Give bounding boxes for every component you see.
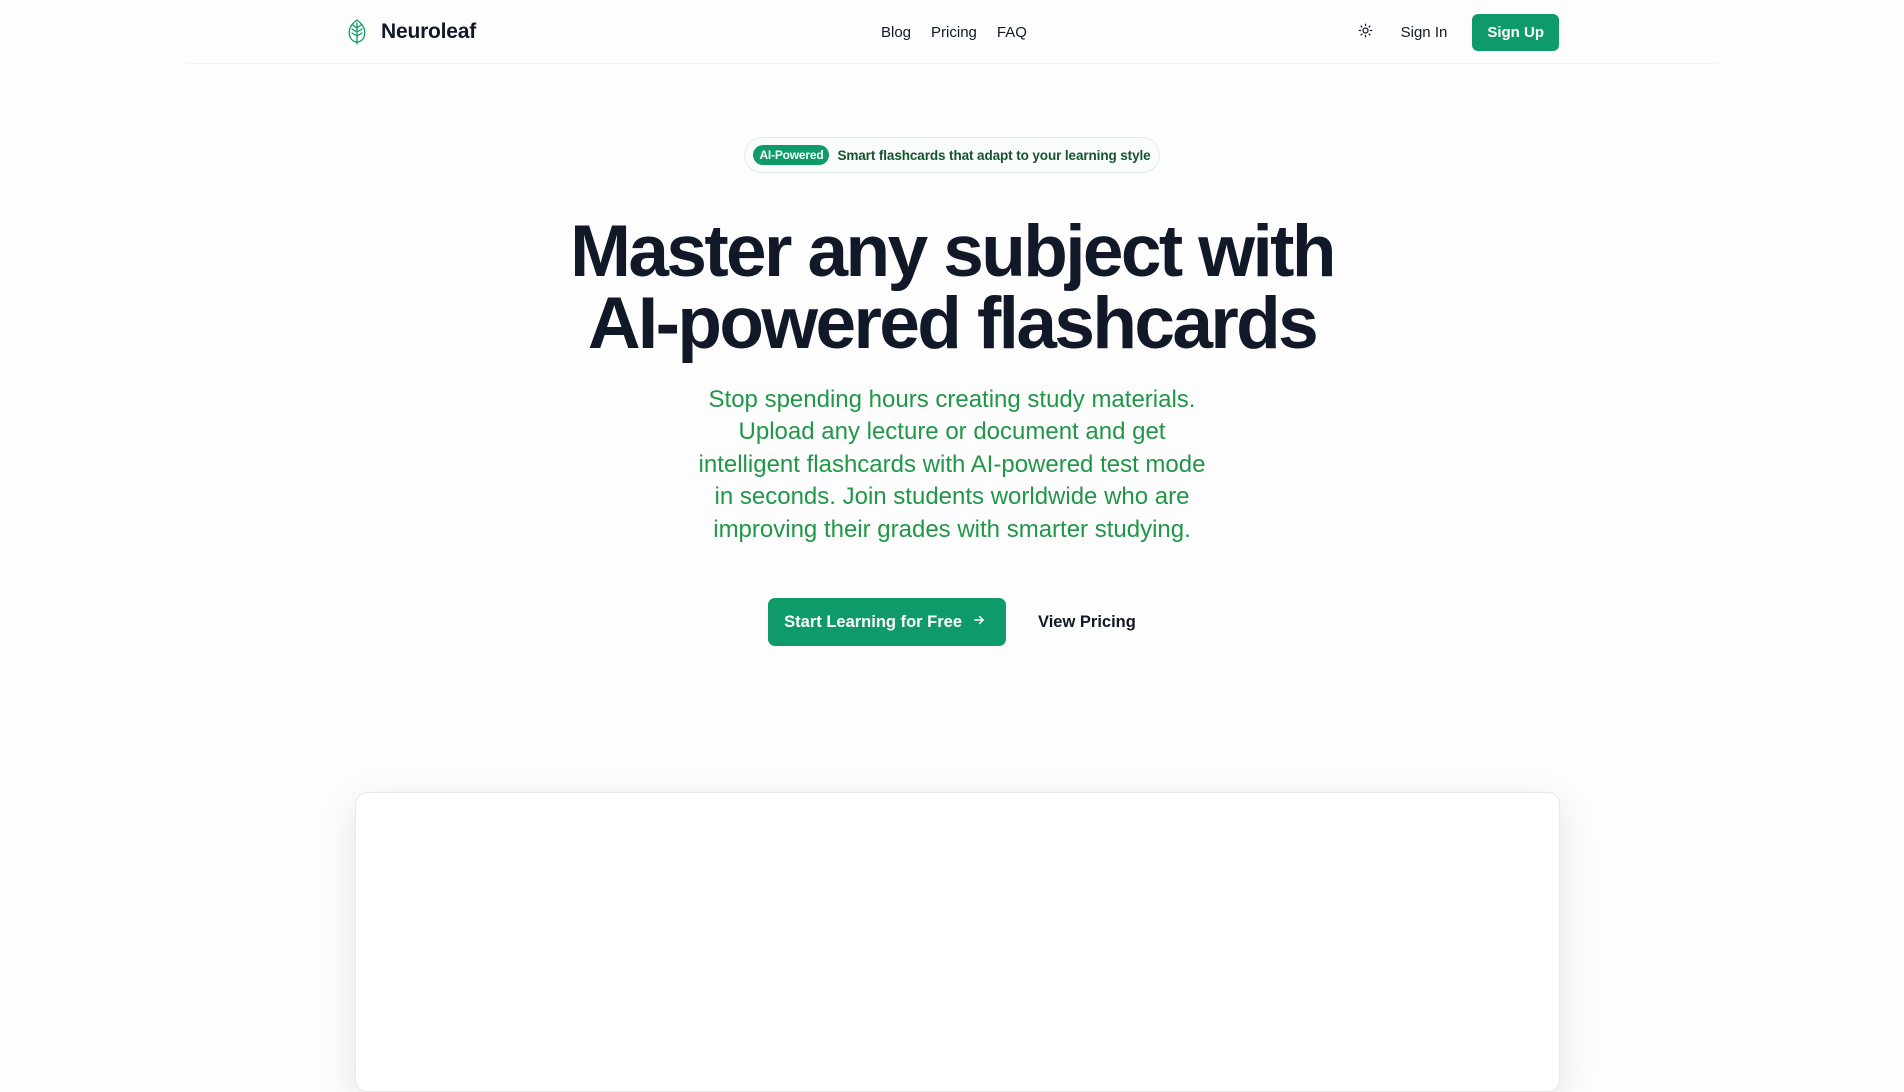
leaf-icon xyxy=(345,18,369,46)
badge-text: Smart flashcards that adapt to your lear… xyxy=(837,147,1151,163)
top-nav: Neuroleaf Blog Pricing FAQ Sign In Sign … xyxy=(0,0,1904,64)
nav-link-blog[interactable]: Blog xyxy=(881,24,911,41)
start-learning-button[interactable]: Start Learning for Free xyxy=(768,598,1007,647)
ai-powered-pill: AI-Powered xyxy=(753,145,830,165)
hero-subtext: Stop spending hours creating study mater… xyxy=(698,386,1206,543)
nav-link-faq[interactable]: FAQ xyxy=(997,24,1027,41)
arrow-right-icon xyxy=(972,613,986,631)
hero-headline: Master any subject with AI-powered flash… xyxy=(570,211,1336,364)
sun-icon xyxy=(1358,23,1373,41)
app-preview-card xyxy=(355,792,1560,1092)
headline-line-1: Master any subject with xyxy=(570,211,1336,292)
brand-name: Neuroleaf xyxy=(381,20,477,43)
sign-in-link[interactable]: Sign In xyxy=(1401,24,1448,41)
nav-actions: Sign In Sign Up xyxy=(1353,0,1559,64)
nav-links: Blog Pricing FAQ xyxy=(881,0,1027,64)
headline-line-2: AI-powered flashcards xyxy=(587,283,1319,364)
hero-section: AI-Powered Smart flashcards that adapt t… xyxy=(0,64,1904,647)
theme-toggle-button[interactable] xyxy=(1353,19,1379,45)
view-pricing-link[interactable]: View Pricing xyxy=(1038,613,1136,632)
sign-up-button[interactable]: Sign Up xyxy=(1472,13,1559,51)
nav-container: Neuroleaf Blog Pricing FAQ Sign In Sign … xyxy=(345,0,1559,64)
announcement-badge: AI-Powered Smart flashcards that adapt t… xyxy=(744,137,1160,173)
nav-link-pricing[interactable]: Pricing xyxy=(931,24,977,41)
start-learning-label: Start Learning for Free xyxy=(784,612,963,631)
brand-link[interactable]: Neuroleaf xyxy=(345,0,476,64)
cta-row: Start Learning for Free View Pricing xyxy=(768,598,1136,647)
